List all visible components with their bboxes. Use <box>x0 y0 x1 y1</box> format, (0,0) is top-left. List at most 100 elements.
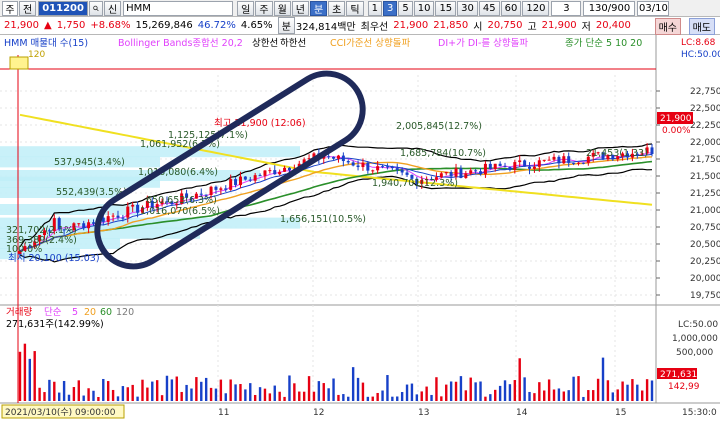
legend-item-volume-profile: HMM 매물대 수(15) <box>4 38 88 49</box>
period-minute[interactable]: 분 <box>309 0 328 16</box>
interval-select[interactable]: 3 <box>551 0 582 16</box>
volume-bar <box>641 390 644 401</box>
candle-body <box>136 204 140 213</box>
candle-body <box>214 186 218 190</box>
volume-bar <box>425 386 428 401</box>
prev-button[interactable]: 전 <box>19 0 37 16</box>
candle-body <box>508 166 512 170</box>
volume-bar <box>386 375 389 401</box>
candle-body <box>400 170 404 173</box>
period-day[interactable]: 일 <box>237 0 255 16</box>
period-tick[interactable]: 틱 <box>346 0 364 16</box>
minute-option[interactable]: 3 <box>382 0 398 16</box>
count-value: 130/900 <box>588 2 631 14</box>
candle-body <box>253 175 257 181</box>
candle-body <box>523 160 527 167</box>
volume-bar <box>562 391 566 401</box>
volume-bar <box>454 381 458 401</box>
best-ask-value: 21,900 <box>393 20 429 31</box>
candle-body <box>459 168 463 178</box>
candle-body <box>287 167 291 171</box>
volume-axis-label: 142,99 <box>668 382 700 392</box>
period-year[interactable]: 년 <box>291 0 309 16</box>
volume-bar <box>214 388 218 401</box>
candle-body <box>498 163 502 167</box>
volume-bar <box>347 396 350 401</box>
volume-bar <box>283 396 286 401</box>
volume-bar <box>219 379 223 401</box>
minute-option[interactable]: 5 <box>398 0 413 16</box>
price-axis-label: 20,500 <box>690 240 720 250</box>
stock-name-value: HMM <box>126 2 151 14</box>
buy-button[interactable]: 매수 <box>654 18 681 35</box>
sell-button[interactable]: 매도 <box>688 18 715 35</box>
candle-body <box>537 160 541 167</box>
volume-bar <box>18 351 22 401</box>
minute-option[interactable]: 10 <box>413 0 435 16</box>
minute-option[interactable]: 120 <box>522 0 550 16</box>
time-tick: 13 <box>418 408 429 418</box>
volume-bar <box>244 389 247 401</box>
stock-code-input[interactable]: 011200 <box>38 0 88 16</box>
minute-option-label: 1 <box>371 2 378 14</box>
minute-option[interactable]: 45 <box>478 0 500 16</box>
volume-axis-label: 500,000 <box>676 348 713 358</box>
volume-bar <box>82 395 85 401</box>
amount-unit-button[interactable]: 분 <box>277 17 295 34</box>
search-icon[interactable] <box>88 0 103 16</box>
volume-bar <box>224 393 227 401</box>
minute-option[interactable]: 30 <box>457 0 478 16</box>
candle-body <box>552 156 556 160</box>
period-label: 초 <box>332 4 342 16</box>
candle-body <box>557 156 561 164</box>
price-axis-label: 22,750 <box>690 87 720 97</box>
volume-bar <box>445 384 448 401</box>
volume-bar <box>430 394 433 401</box>
price-axis-label: 21,000 <box>690 206 720 216</box>
period-second[interactable]: 초 <box>328 0 346 16</box>
high-label: 고 <box>527 22 537 33</box>
stock-name-field[interactable]: HMM <box>123 0 234 16</box>
volume-bar <box>327 388 330 401</box>
minute-option[interactable]: 15 <box>435 0 457 16</box>
current-price-tag-value: 21,900 <box>660 114 692 124</box>
period-label: 분 <box>313 4 324 16</box>
vp-label: 1,940,701(12.3%) <box>372 178 458 189</box>
hc-label: HC:50.00 <box>681 50 720 60</box>
minute-option[interactable]: 60 <box>500 0 522 16</box>
volume-bar <box>165 375 169 401</box>
count-field[interactable]: 130/900 <box>583 0 636 16</box>
price-chart[interactable]: HMM 매물대 수(15) Bollinger Bands종합선 20,2 상한… <box>0 35 720 424</box>
volume-bar <box>263 388 267 401</box>
candle-body <box>532 166 536 169</box>
volume-bar <box>533 393 536 401</box>
candle-body <box>371 170 375 172</box>
candle-body <box>243 176 247 180</box>
volume-bar <box>601 357 605 401</box>
amount-value: 324,814백만 <box>295 22 356 33</box>
best-bid-value: 21,850 <box>433 20 469 31</box>
minute-option[interactable]: 1 <box>367 0 382 16</box>
chart-type-select[interactable]: 주 <box>2 0 18 16</box>
candle-body <box>263 170 267 176</box>
volume-bar <box>116 396 120 401</box>
candle-body <box>332 156 336 159</box>
s-button[interactable]: 신 <box>103 0 122 16</box>
volume-ma-20: 20 <box>84 307 96 318</box>
volume-bar <box>396 396 399 401</box>
date-field[interactable]: 03/10 <box>637 0 670 16</box>
volume-ma-120: 120 <box>116 307 134 318</box>
candle-body <box>346 161 350 163</box>
period-label: 주 <box>259 4 269 16</box>
period-month[interactable]: 월 <box>273 0 291 16</box>
price-change: 1,750 <box>56 20 86 31</box>
volume-bar <box>53 381 56 401</box>
volume-bar <box>302 391 306 401</box>
volume-bar <box>484 396 487 401</box>
candle-body <box>219 188 223 190</box>
period-week[interactable]: 주 <box>255 0 273 16</box>
volume-axis-label: LC:50.00 <box>678 320 718 330</box>
volume-bar <box>67 394 71 401</box>
volume-bar <box>312 391 316 401</box>
volume-bar <box>342 394 345 401</box>
